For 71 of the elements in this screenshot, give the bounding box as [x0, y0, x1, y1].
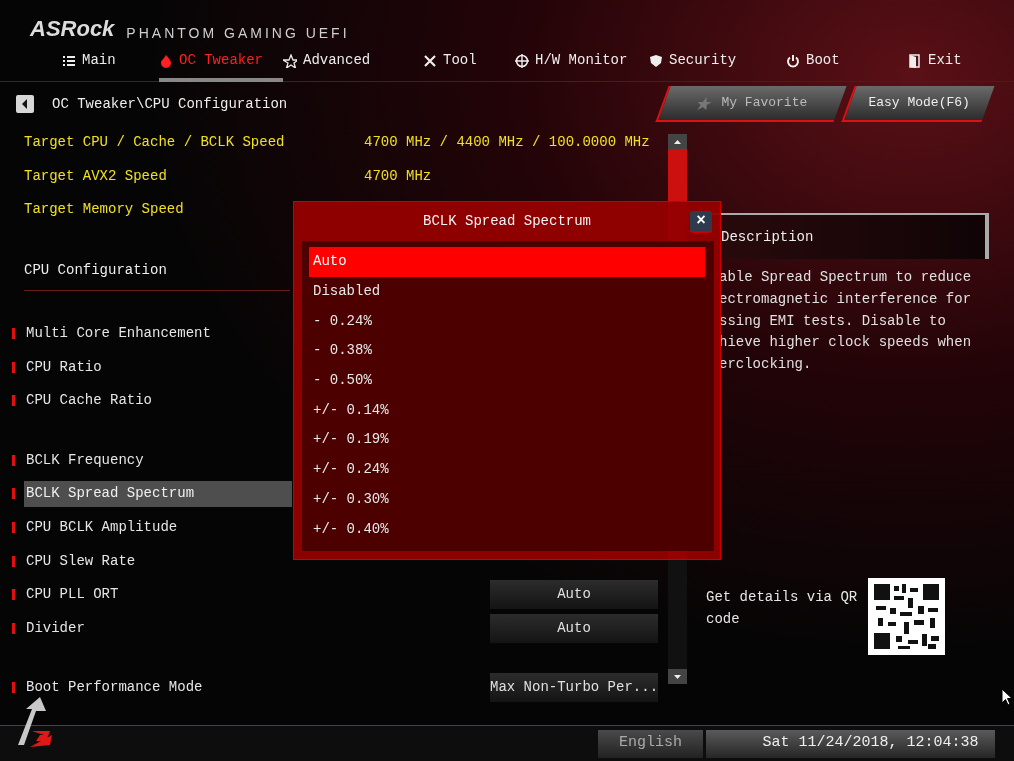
setting-item[interactable]: CPU Cache Ratio: [24, 387, 292, 414]
cursor-icon: [1001, 688, 1013, 706]
tab-icon: [908, 53, 922, 68]
nav-tab[interactable]: H/W Monitor: [515, 43, 649, 82]
scroll-down-button[interactable]: [668, 669, 687, 684]
nav-tab[interactable]: Tool: [423, 43, 515, 82]
section-heading: CPU Configuration: [24, 260, 167, 280]
info-label: Target AVX2 Speed: [24, 166, 168, 186]
option-item[interactable]: +/- 0.30%: [309, 484, 705, 515]
setting-marker: [12, 361, 15, 373]
nav-tab[interactable]: Exit: [908, 43, 1008, 82]
breadcrumb: OC Tweaker\CPU Configuration: [52, 94, 288, 114]
setting-marker: [12, 555, 15, 567]
setting-item[interactable]: BCLK Spread Spectrum: [24, 480, 292, 507]
setting-item[interactable]: Boot Performance Mode: [24, 674, 292, 701]
easy-mode-button[interactable]: Easy Mode(F6): [841, 86, 995, 122]
option-item[interactable]: +/- 0.40%: [309, 514, 705, 544]
setting-item[interactable]: CPU BCLK Amplitude: [24, 514, 292, 541]
setting-marker: [12, 589, 15, 601]
setting-marker: [12, 682, 15, 694]
qr-code-icon: [868, 578, 945, 655]
nav-tab[interactable]: Security: [649, 43, 786, 82]
tab-icon: [283, 53, 297, 68]
option-item[interactable]: Disabled: [309, 276, 705, 307]
date-time-display[interactable]: Sat 11/24/2018, 12:04:38: [706, 729, 995, 758]
setting-marker: [12, 522, 15, 534]
option-item[interactable]: +/- 0.14%: [309, 395, 705, 426]
brand-logo: ASRock: [30, 18, 115, 40]
setting-item[interactable]: CPU PLL ORT: [24, 581, 292, 608]
setting-item[interactable]: BCLK Frequency: [24, 447, 292, 474]
nav-tab[interactable]: OC Tweaker: [159, 43, 283, 82]
info-label: Target CPU / Cache / BCLK Speed: [24, 133, 286, 153]
product-title: PHANTOM GAMING UEFI: [126, 26, 350, 40]
star-icon: [695, 96, 714, 110]
setting-item[interactable]: Multi Core Enhancement: [24, 320, 292, 347]
setting-marker: [12, 488, 15, 500]
qr-caption: Get details via QR code: [705, 588, 859, 629]
info-value: 4700 MHz / 4400 MHz / 100.0000 MHz: [364, 133, 650, 153]
option-item[interactable]: +/- 0.19%: [309, 425, 705, 455]
setting-value[interactable]: Auto: [490, 580, 658, 610]
setting-item[interactable]: CPU Slew Rate: [24, 548, 292, 575]
tab-icon: [159, 53, 173, 68]
tab-icon: [62, 53, 76, 68]
option-item[interactable]: Auto: [309, 247, 705, 277]
setting-marker: [12, 622, 15, 634]
setting-marker: [12, 395, 15, 407]
tab-icon: [786, 53, 800, 68]
setting-value[interactable]: Auto: [490, 613, 658, 643]
nav-tab[interactable]: Main: [62, 43, 159, 82]
tab-icon: [423, 53, 437, 68]
favorite-button[interactable]: My Favorite: [655, 86, 847, 122]
info-value: 4700 MHz: [364, 166, 432, 186]
back-button[interactable]: [16, 95, 34, 113]
tab-icon: [515, 53, 529, 68]
tab-icon: [649, 53, 663, 68]
setting-item[interactable]: Divider: [24, 615, 292, 642]
nav-tab[interactable]: Boot: [786, 43, 908, 82]
option-item[interactable]: +/- 0.24%: [309, 454, 705, 485]
language-button[interactable]: English: [598, 729, 703, 758]
option-item[interactable]: - 0.50%: [309, 365, 705, 396]
close-button[interactable]: ×: [690, 210, 712, 233]
setting-marker: [12, 454, 15, 466]
option-item[interactable]: - 0.38%: [309, 336, 705, 366]
scroll-up-button[interactable]: [668, 134, 687, 149]
info-label: Target Memory Speed: [24, 200, 185, 220]
nav-tab[interactable]: Advanced: [283, 43, 423, 82]
option-item[interactable]: - 0.24%: [309, 306, 705, 337]
setting-marker: [12, 328, 15, 340]
setting-item[interactable]: CPU Ratio: [24, 354, 292, 381]
popup-title: BCLK Spread Spectrum: [422, 212, 592, 231]
setting-value[interactable]: Max Non-Turbo Per...: [490, 673, 658, 703]
